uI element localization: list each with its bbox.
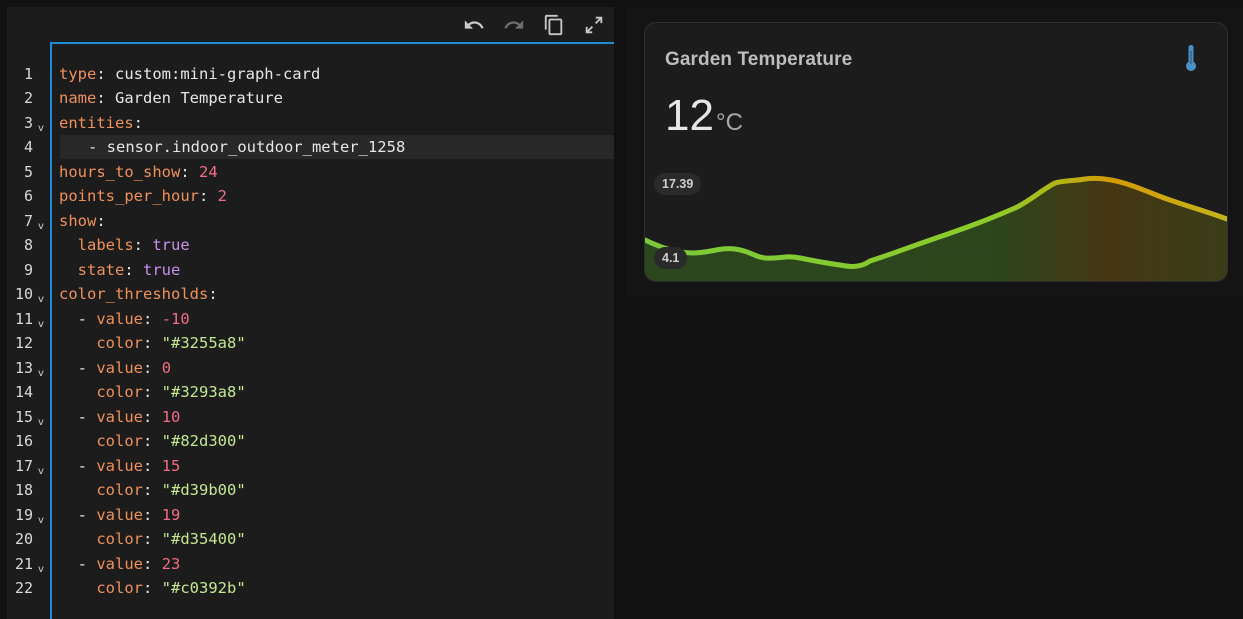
code-line[interactable]: color: "#3293a8" bbox=[59, 380, 245, 404]
fullscreen-icon bbox=[585, 16, 603, 34]
code-line[interactable]: color: "#d35400" bbox=[59, 527, 245, 551]
mini-graph-card[interactable]: Garden Temperature 12 °C 17.39 4.1 bbox=[644, 22, 1228, 282]
line-number: 6 bbox=[23, 187, 33, 205]
code-line[interactable]: - value: 10 bbox=[59, 405, 181, 429]
line-number: 19 bbox=[14, 506, 33, 524]
fold-chevron-icon[interactable]: v bbox=[38, 516, 48, 526]
code-line-active[interactable]: - sensor.indoor_outdoor_meter_1258 bbox=[60, 135, 614, 159]
code-line[interactable]: state: true bbox=[59, 258, 181, 282]
fold-chevron-icon[interactable]: v bbox=[38, 369, 48, 379]
line-number: 17 bbox=[14, 457, 33, 475]
line-number: 2 bbox=[23, 89, 33, 107]
line-number: 5 bbox=[23, 163, 33, 181]
redo-icon bbox=[504, 20, 524, 29]
code-line[interactable]: hours_to_show: 24 bbox=[59, 160, 218, 184]
line-number: 10 bbox=[14, 285, 33, 303]
fullscreen-button[interactable] bbox=[581, 12, 607, 38]
code-line[interactable]: - value: 0 bbox=[59, 356, 171, 380]
code-line[interactable]: color: "#c0392b" bbox=[59, 576, 245, 600]
line-number: 9 bbox=[23, 261, 33, 279]
fold-chevron-icon[interactable]: v bbox=[38, 222, 48, 232]
redo-button[interactable] bbox=[501, 12, 527, 38]
line-number: 20 bbox=[14, 530, 33, 548]
fold-chevron-icon[interactable]: v bbox=[38, 295, 48, 305]
line-number: 13 bbox=[14, 359, 33, 377]
state-value: 12 bbox=[665, 91, 714, 140]
code-line[interactable]: show: bbox=[59, 209, 106, 233]
line-number: 12 bbox=[14, 334, 33, 352]
card-preview: Garden Temperature 12 °C 17.39 4.1 bbox=[627, 7, 1243, 296]
fold-chevron-icon[interactable]: v bbox=[38, 320, 48, 330]
temperature-graph bbox=[645, 175, 1227, 281]
copy-button[interactable] bbox=[541, 12, 567, 38]
code-line[interactable]: color_thresholds: bbox=[59, 282, 218, 306]
line-number: 15 bbox=[14, 408, 33, 426]
yaml-editor: 1 2 3 4 5 6 7 8 9 10 11 12 13 14 15 16 1… bbox=[7, 7, 614, 619]
state-unit: °C bbox=[716, 109, 743, 136]
code-line[interactable]: color: "#3255a8" bbox=[59, 331, 245, 355]
copy-icon bbox=[544, 14, 563, 36]
fold-chevron-icon[interactable]: v bbox=[38, 565, 48, 575]
line-number: 3 bbox=[23, 114, 33, 132]
code-line[interactable]: - value: -10 bbox=[59, 307, 190, 331]
undo-icon bbox=[464, 20, 484, 29]
fold-chevron-icon[interactable]: v bbox=[38, 418, 48, 428]
code-line[interactable]: - value: 19 bbox=[59, 503, 181, 527]
graph-fill bbox=[645, 178, 1227, 281]
code-line[interactable]: type: custom:mini-graph-card bbox=[59, 62, 320, 86]
line-number: 11 bbox=[14, 310, 33, 328]
code-line[interactable]: labels: true bbox=[59, 233, 190, 257]
line-number: 4 bbox=[23, 138, 33, 156]
line-number: 1 bbox=[23, 65, 33, 83]
line-number: 14 bbox=[14, 383, 33, 401]
fold-chevron-icon[interactable]: v bbox=[38, 467, 48, 477]
code-line[interactable]: color: "#d39b00" bbox=[59, 478, 245, 502]
card-title: Garden Temperature bbox=[665, 49, 853, 70]
code-line[interactable]: - value: 23 bbox=[59, 552, 181, 576]
fold-chevron-icon[interactable]: v bbox=[38, 124, 48, 134]
line-gutter: 1 2 3 4 5 6 7 8 9 10 11 12 13 14 15 16 1… bbox=[7, 7, 51, 619]
min-label: 4.1 bbox=[654, 247, 688, 269]
line-number: 21 bbox=[14, 555, 33, 573]
line-number: 16 bbox=[14, 432, 33, 450]
undo-button[interactable] bbox=[461, 12, 487, 38]
code-line[interactable]: entities: bbox=[59, 111, 143, 135]
code-line[interactable]: - value: 15 bbox=[59, 454, 181, 478]
code-line[interactable]: color: "#82d300" bbox=[59, 429, 245, 453]
thermometer-icon bbox=[1186, 45, 1196, 71]
editor-toolbar bbox=[7, 7, 614, 42]
line-number: 7 bbox=[23, 212, 33, 230]
line-number: 22 bbox=[14, 579, 33, 597]
code-line[interactable]: name: Garden Temperature bbox=[59, 86, 283, 110]
line-number: 8 bbox=[23, 236, 33, 254]
max-label: 17.39 bbox=[654, 173, 702, 195]
line-number: 18 bbox=[14, 481, 33, 499]
code-line[interactable]: points_per_hour: 2 bbox=[59, 184, 227, 208]
